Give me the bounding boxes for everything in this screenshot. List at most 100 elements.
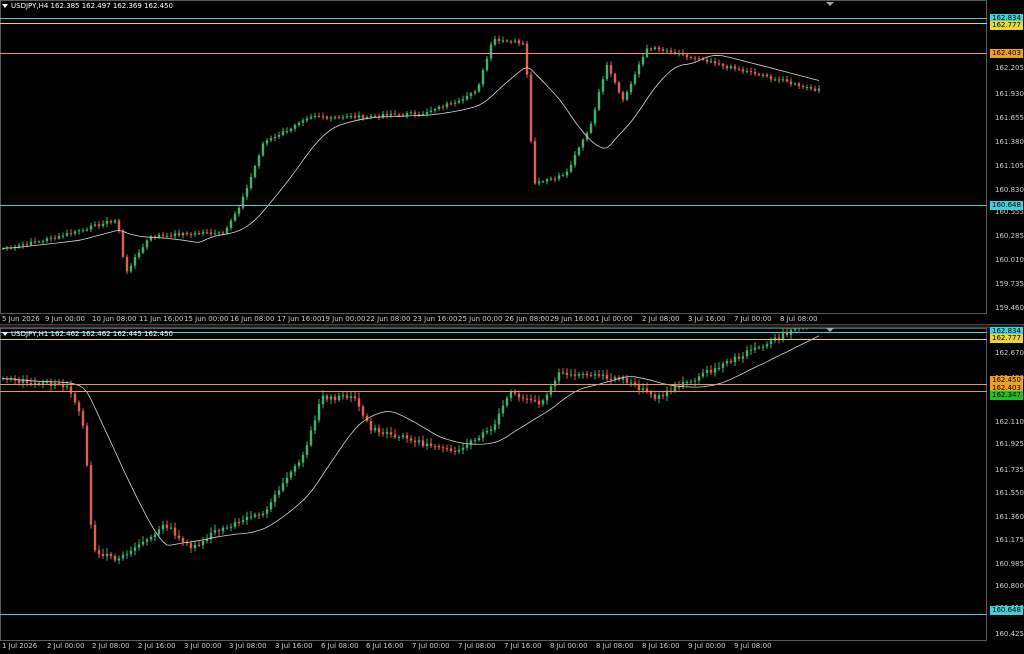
candle-body: [237, 207, 241, 214]
candle-body: [569, 164, 573, 172]
candle-body: [613, 73, 617, 83]
candle-body: [293, 125, 297, 129]
candle-body: [801, 86, 805, 88]
candle-body: [129, 550, 133, 555]
candle-body: [417, 440, 421, 443]
candle-body: [785, 333, 789, 336]
level-price-label: 162.777: [990, 21, 1023, 30]
time-tick-label: 26 Jun 08:00: [505, 315, 550, 323]
h4-chart-pane[interactable]: USDJPY,H4 162.385 162.497 162.369 162.45…: [0, 0, 1024, 326]
candle-body: [469, 93, 473, 96]
candle-body: [305, 118, 309, 121]
candle-body: [201, 232, 205, 234]
candle-body: [405, 435, 409, 439]
horizontal-level-line[interactable]: [0, 339, 987, 340]
candle-body: [297, 122, 301, 126]
dropdown-triangle-icon[interactable]: [2, 332, 8, 336]
level-price-label: 160.648: [990, 201, 1023, 210]
price-tick-label: 161.735: [995, 466, 1024, 474]
time-tick-label: 9 Jul 00:00: [688, 642, 726, 650]
time-tick-label: 19 Jun 00:00: [321, 315, 366, 323]
dropdown-triangle-icon[interactable]: [2, 4, 8, 8]
candle-body: [357, 115, 361, 118]
horizontal-level-line[interactable]: [0, 614, 987, 615]
candle-body: [217, 530, 221, 532]
horizontal-level-line[interactable]: [0, 18, 987, 19]
candle-body: [525, 398, 529, 400]
candle-body: [401, 435, 405, 438]
candle-body: [157, 529, 161, 535]
h1-chart-pane[interactable]: USDJPY,H1 162.462 162.462 162.445 162.45…: [0, 327, 1024, 654]
horizontal-level-line[interactable]: [0, 205, 987, 206]
candle-body: [193, 233, 197, 235]
price-tick-label: 161.380: [995, 138, 1024, 146]
candle-body: [317, 116, 321, 118]
price-tick-label: 161.105: [995, 162, 1024, 170]
candle-body: [345, 395, 349, 398]
candle-body: [561, 372, 565, 374]
horizontal-level-line[interactable]: [0, 53, 987, 54]
horizontal-level-line[interactable]: [0, 384, 987, 385]
candle-body: [29, 241, 33, 245]
time-tick-label: 25 Jun 00:00: [458, 315, 503, 323]
price-tick-label: 161.655: [995, 114, 1024, 122]
h4-candles-svg[interactable]: [0, 0, 987, 314]
candle-body: [505, 40, 509, 42]
candle-body: [741, 69, 745, 72]
candle-body: [441, 106, 445, 108]
h1-chart-header: USDJPY,H1 162.462 162.462 162.445 162.45…: [2, 330, 173, 338]
candle-body: [105, 221, 109, 224]
candle-body: [685, 381, 689, 383]
price-tick-label: 161.925: [995, 440, 1024, 448]
candle-body: [441, 447, 445, 449]
candle-body: [641, 56, 645, 65]
time-tick-label: 22 Jun 08:00: [366, 315, 411, 323]
candle-body: [25, 244, 29, 246]
candle-body: [137, 252, 141, 257]
candle-body: [557, 372, 561, 381]
candle-body: [649, 391, 653, 395]
candle-body: [349, 396, 353, 398]
level-price-label: 162.403: [990, 49, 1023, 58]
candle-body: [305, 445, 309, 456]
candle-body: [437, 446, 441, 448]
candle-body: [89, 225, 93, 230]
candle-body: [325, 395, 329, 400]
candle-body: [261, 143, 265, 156]
candle-body: [169, 527, 173, 529]
candle-body: [317, 404, 321, 421]
candle-body: [561, 175, 565, 177]
candle-body: [765, 74, 769, 77]
time-tick-label: 8 Jul 08:00: [780, 315, 818, 323]
candle-body: [665, 50, 669, 52]
candle-body: [117, 558, 121, 561]
candle-body: [453, 451, 457, 453]
candle-body: [497, 39, 501, 41]
candle-body: [725, 66, 729, 69]
candle-body: [181, 538, 185, 542]
time-tick-label: 9 Jun 00:00: [45, 315, 86, 323]
horizontal-level-line[interactable]: [0, 23, 987, 24]
candle-body: [189, 543, 193, 549]
horizontal-level-line[interactable]: [0, 391, 987, 392]
candle-body: [273, 494, 277, 503]
candle-body: [253, 514, 257, 517]
candle-body: [93, 524, 97, 551]
candle-body: [709, 61, 713, 63]
time-tick-label: 29 Jun 16:00: [550, 315, 595, 323]
candle-body: [817, 88, 821, 91]
candle-body: [781, 79, 785, 81]
candle-body: [157, 234, 161, 237]
candle-body: [669, 50, 673, 53]
candle-body: [197, 233, 201, 235]
candle-body: [257, 514, 261, 516]
candle-body: [413, 112, 417, 115]
candle-body: [529, 399, 533, 401]
candle-body: [501, 405, 505, 414]
candle-body: [333, 396, 337, 401]
candle-body: [733, 356, 737, 363]
price-tick-label: 161.550: [995, 489, 1024, 497]
h1-candles-svg[interactable]: [0, 328, 987, 641]
candle-body: [481, 432, 485, 439]
candle-body: [705, 370, 709, 373]
